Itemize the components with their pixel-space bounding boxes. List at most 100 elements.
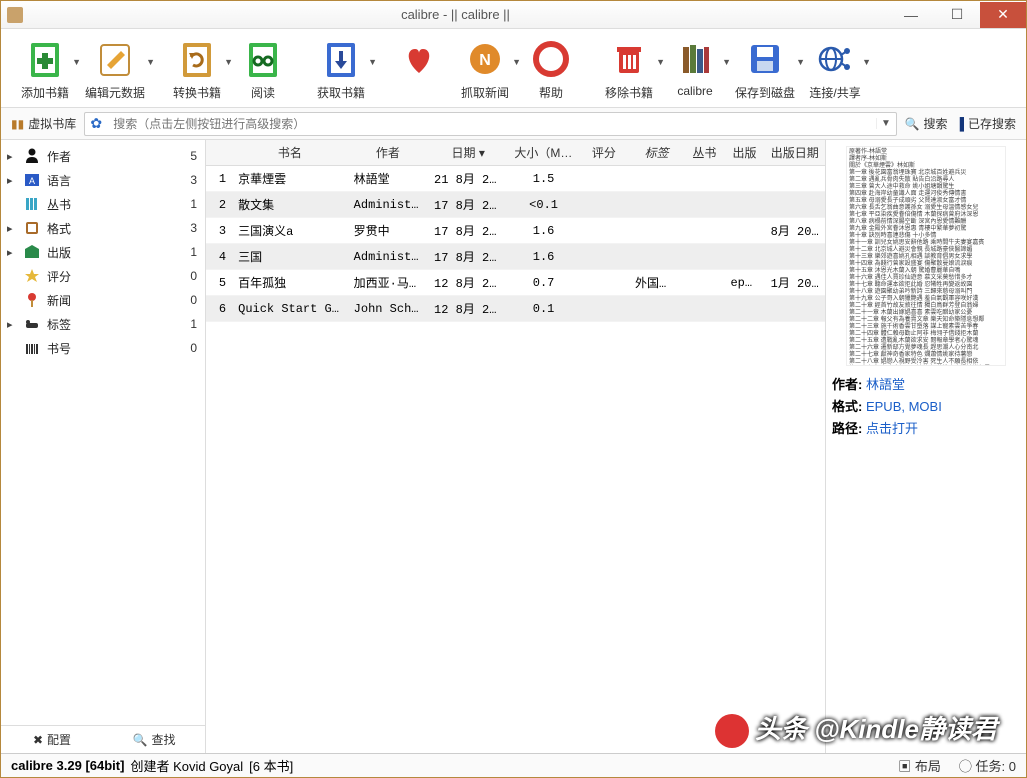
nav-item-0[interactable]: ▸ 作者 5	[1, 144, 205, 168]
nav-item-7[interactable]: ▸标签1	[1, 312, 205, 336]
table-row[interactable]: 6Quick Start GuideJohn Schember12 8月 201…	[206, 296, 825, 322]
nav-item-4[interactable]: ▸ 出版 1	[1, 240, 205, 264]
caret-icon: ▸	[7, 246, 17, 259]
status-app: calibre 3.29 [64bit]	[11, 758, 124, 773]
nav-icon	[23, 267, 41, 285]
close-button[interactable]: ✕	[980, 2, 1026, 28]
config-button[interactable]: ✖配置	[1, 731, 103, 748]
col-header[interactable]: 评分	[579, 140, 629, 166]
nav-count: 0	[190, 293, 197, 307]
advanced-search-button[interactable]: ✿	[85, 115, 107, 132]
saved-search-button[interactable]: ▐ 已存搜索	[955, 115, 1016, 132]
magnifier-icon: 🔍	[905, 117, 920, 131]
svg-text:N: N	[479, 52, 491, 69]
caret-icon: ▸	[7, 174, 17, 187]
nav-item-3[interactable]: ▸ 格式 3	[1, 216, 205, 240]
col-header[interactable]: 书名	[232, 140, 348, 166]
window-title: calibre - || calibre ||	[23, 7, 888, 22]
col-header[interactable]: 丛书	[684, 140, 724, 166]
nav-item-8[interactable]: 书号0	[1, 336, 205, 360]
heart-button[interactable]	[387, 35, 451, 100]
layout-button[interactable]: ▣ 布局	[898, 756, 941, 775]
dropdown-arrow-icon[interactable]: ▼	[368, 57, 377, 67]
jobs-button[interactable]: ◯ 任务: 0	[959, 756, 1016, 775]
nav-label: 新闻	[47, 292, 184, 309]
col-header[interactable]: 出版	[724, 140, 764, 166]
book-list: 书名作者日期 ▾大小（MB）评分标签丛书出版出版日期 1京華煙雲林語堂21 8月…	[206, 140, 826, 753]
nav-icon	[23, 243, 41, 261]
minimize-button[interactable]: —	[888, 2, 934, 28]
col-header[interactable]: 大小（MB）	[508, 140, 578, 166]
main-toolbar: ▼ 添加书籍 ▼ 编辑元数据 ▼ 转换书籍 阅读 ▼ 获取书籍 N ▼ 抓取新闻…	[1, 29, 1026, 108]
search-dropdown[interactable]: ▼	[876, 118, 896, 129]
nav-label: 书号	[47, 340, 184, 357]
magnifier-icon: 🔍	[133, 733, 148, 747]
read-button[interactable]: 阅读	[231, 35, 295, 103]
nav-label: 格式	[47, 220, 184, 237]
nav-label: 作者	[47, 148, 184, 165]
search-box: ✿ ▼	[84, 112, 896, 136]
status-creator: 创建者 Kovid Goyal	[130, 756, 243, 775]
path-link[interactable]: 点击打开	[866, 421, 918, 436]
format-link[interactable]: EPUB, MOBI	[866, 399, 942, 414]
connect-share-button[interactable]: ▼ 连接/共享	[803, 35, 867, 103]
cover-preview[interactable]: 原著作-林語堂譯者序-林如斯關於《京華煙雲》林如斯第一章 後花園富翁埋珠寶 北京…	[846, 146, 1006, 366]
table-row[interactable]: 5百年孤独加西亚·马…12 8月 20180.7外国…ep…1月 2011	[206, 270, 825, 296]
save-to-disk-button[interactable]: ▼ 保存到磁盘	[729, 35, 801, 103]
maximize-button[interactable]: ☐	[934, 2, 980, 28]
nav-count: 1	[190, 317, 197, 331]
table-row[interactable]: 1京華煙雲林語堂21 8月 20181.5	[206, 166, 825, 192]
convert-books-button[interactable]: ▼ 转换书籍	[165, 35, 229, 103]
convert-icon	[175, 37, 219, 81]
nav-count: 3	[190, 221, 197, 235]
nav-icon	[23, 147, 41, 165]
nav-count: 0	[190, 269, 197, 283]
fetch-news-button[interactable]: N ▼ 抓取新闻	[453, 35, 517, 103]
nav-icon	[23, 339, 41, 357]
virtual-library-button[interactable]: ▮▮ 虚拟书库	[11, 115, 76, 132]
edit-metadata-button[interactable]: ▼ 编辑元数据	[79, 35, 151, 103]
col-header[interactable]: 日期 ▾	[428, 140, 508, 166]
nav-label: 出版	[47, 244, 184, 261]
download-icon	[319, 37, 363, 81]
nav-count: 5	[190, 149, 197, 163]
status-count: [6 本书]	[249, 756, 293, 775]
heart-icon	[397, 37, 441, 81]
col-header[interactable]: 标签	[629, 140, 684, 166]
nav-item-2[interactable]: 丛书1	[1, 192, 205, 216]
table-row[interactable]: 4三国Administrator17 8月 20181.6	[206, 244, 825, 270]
find-button[interactable]: 🔍查找	[103, 731, 205, 748]
col-header[interactable]: 作者	[348, 140, 428, 166]
svg-text:A: A	[29, 176, 35, 186]
edit-icon	[93, 37, 137, 81]
add-books-button[interactable]: ▼ 添加书籍	[13, 35, 77, 103]
read-icon	[241, 37, 285, 81]
table-header-row[interactable]: 书名作者日期 ▾大小（MB）评分标签丛书出版出版日期	[206, 140, 825, 166]
table-row[interactable]: 3三国演义a罗贯中17 8月 20181.68月 2018	[206, 218, 825, 244]
remove-books-button[interactable]: ▼ 移除书籍	[597, 35, 661, 103]
col-header[interactable]	[206, 140, 232, 166]
search-row: ▮▮ 虚拟书库 ✿ ▼ 🔍 搜索 ▐ 已存搜索	[1, 108, 1026, 140]
help-icon	[529, 37, 573, 81]
table-row[interactable]: 2散文集Administrator17 8月 2018<0.1	[206, 192, 825, 218]
search-button[interactable]: 🔍 搜索	[905, 115, 948, 132]
nav-icon	[23, 315, 41, 333]
dropdown-arrow-icon[interactable]: ▼	[862, 57, 871, 67]
help-button[interactable]: 帮助	[519, 35, 583, 103]
caret-icon: ▸	[7, 222, 17, 235]
search-input[interactable]	[107, 117, 875, 131]
dropdown-arrow-icon[interactable]: ▼	[146, 57, 155, 67]
bookmark-icon: ▐	[955, 117, 964, 131]
caret-icon: ▸	[7, 150, 17, 163]
fetch-books-button[interactable]: ▼ 获取书籍	[309, 35, 373, 103]
author-link[interactable]: 林語堂	[866, 377, 905, 392]
col-header[interactable]: 出版日期	[765, 140, 825, 166]
books-icon: ▮▮	[11, 117, 24, 131]
app-icon	[7, 7, 23, 23]
library-button[interactable]: ▼ calibre	[663, 35, 727, 100]
nav-count: 1	[190, 245, 197, 259]
nav-item-5[interactable]: 评分0	[1, 264, 205, 288]
nav-item-1[interactable]: ▸A语言3	[1, 168, 205, 192]
news-icon: N	[463, 37, 507, 81]
nav-item-6[interactable]: 新闻 0	[1, 288, 205, 312]
